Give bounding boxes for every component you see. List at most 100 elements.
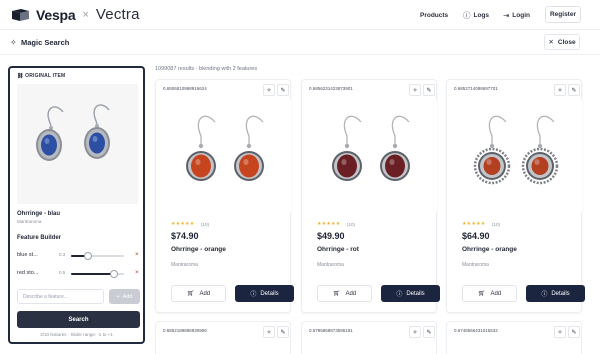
feature-slider[interactable] [71,270,124,278]
feature-slider-fill [71,273,115,275]
link-icon: ⛓ [17,73,26,79]
edit-icon[interactable]: ✎ [277,326,289,338]
product-score: 0.6506810998916624 [163,86,207,91]
product-score: 0.6852714088697701 [454,86,498,91]
rating-stars: ★★★★★ [317,221,341,227]
feature-slider-handle[interactable] [84,252,93,260]
cart-icon: 🛒︎ [186,291,195,297]
product-image[interactable] [303,100,437,212]
details-label: Details [260,290,279,297]
sparkle-icon[interactable]: ✧ [409,326,421,338]
product-image[interactable] [157,100,291,212]
product-name[interactable]: Ohrringe - orange [171,246,226,253]
original-item-image [17,84,138,204]
rating-stars: ★★★★★ [462,221,486,227]
product-card[interactable]: 0.6795868873596191 ✧ ✎ [301,321,437,354]
original-item-panel: ⛓ ORIGINAL ITEM Ohrringe - blau Mantraro… [8,66,145,344]
edit-icon[interactable]: ✎ [277,84,289,96]
edit-icon[interactable]: ✎ [423,84,435,96]
remove-feature-icon[interactable]: × [135,269,139,276]
rating-count: (10) [347,222,356,227]
remove-feature-icon[interactable]: × [135,251,139,258]
product-score: 0.6795868873596191 [309,328,353,333]
earring-pair-image [36,104,110,161]
rating-stars: ★★★★★ [171,221,195,227]
product-name[interactable]: Ohrringe - orange [462,246,517,253]
product-brand: Mantraroma [317,262,344,268]
product-image[interactable] [448,100,582,212]
product-card[interactable]: 0.6852189896930906 ✧ ✎ [155,321,291,354]
brand-separator: × [82,9,89,21]
register-label: Register [549,11,576,18]
info-circle-icon: ⓘ [250,292,257,298]
product-card[interactable]: 0.6852714088697701 ✧ ✎ ★★★★★ (10) $64.90… [446,79,585,313]
sparkle-icon[interactable]: ✧ [263,84,275,96]
product-name[interactable]: Ohrringe - rot [317,246,359,253]
feature-name: blue st... [17,252,38,258]
nav-logs-label: Logs [473,11,490,19]
info-circle-icon: ⓘ [463,10,471,20]
nav-products[interactable]: Products [420,7,448,23]
page-title: Magic Search [21,38,70,47]
register-button[interactable]: Register [545,6,581,23]
sparkle-icon[interactable]: ✧ [554,326,566,338]
nav-logs[interactable]: ⓘ Logs [463,7,489,23]
product-card[interactable]: 0.6745566431015532 ✧ ✎ [446,321,582,354]
product-price: $49.90 [317,231,345,241]
original-item-brand: Mantraroma [17,219,42,224]
magic-search-header: ✧ Magic Search [0,30,600,55]
sparkle-icon[interactable]: ✧ [409,84,421,96]
add-to-cart-label: Add [345,290,357,297]
feature-value: 0.3 [59,252,66,257]
edit-icon[interactable]: ✎ [568,84,580,96]
close-button[interactable]: ✕ Close [544,34,580,50]
add-to-cart-button[interactable]: 🛒︎ Add [462,285,517,302]
nav-products-label: Products [420,11,449,19]
sparkle-icon[interactable]: ✧ [554,84,566,96]
feature-row: red sto... 0.5 × [17,269,142,279]
info-circle-icon: ⓘ [396,292,403,298]
logo-mark-icon [12,9,29,21]
feature-description-input[interactable] [17,289,104,304]
product-score: 0.6856231423873901 [309,86,353,91]
search-button[interactable]: Search [17,311,140,328]
feature-slider-handle[interactable] [110,270,119,278]
add-feature-button[interactable]: + Add [109,289,140,304]
details-button[interactable]: ⓘ Details [526,285,585,302]
details-button[interactable]: ⓘ Details [235,285,294,302]
product-card[interactable]: 0.6856231423873901 ✧ ✎ ★★★★★ (10) $49.90… [301,79,440,313]
results-count: 1099087 results · blending with 2 featur… [155,66,258,72]
details-button[interactable]: ⓘ Details [381,285,440,302]
add-to-cart-label: Add [490,290,502,297]
nav-login-label: Login [512,11,530,19]
login-arrow-icon: ⇥ [503,10,510,20]
rating-count: (10) [201,222,210,227]
sparkle-icon[interactable]: ✧ [263,326,275,338]
brand-name: Vespa [36,7,76,23]
add-to-cart-label: Add [199,290,211,297]
feature-value: 0.5 [59,270,66,275]
close-label: Close [557,38,576,46]
brand-logo[interactable]: Vespa × Vectra [10,6,140,24]
nav-login[interactable]: ⇥ Login [503,7,530,23]
product-price: $64.90 [462,231,490,241]
feature-slider[interactable] [71,252,124,260]
product-brand: Mantraroma [171,262,198,268]
plus-icon: + [116,293,120,300]
feature-row: blue st... 0.3 × [17,251,142,261]
rating-count: (10) [492,222,501,227]
edit-icon[interactable]: ✎ [423,326,435,338]
details-label: Details [551,290,570,297]
original-item-label: ORIGINAL ITEM [25,73,66,79]
close-icon: ✕ [548,39,554,46]
edit-icon[interactable]: ✎ [568,326,580,338]
top-bar: Vespa × Vectra Products ⓘ Logs ⇥ Login R… [0,0,600,30]
product-brand: Mantraroma [462,262,489,268]
original-item-name: Ohrringe - blau [17,211,61,217]
add-to-cart-button[interactable]: 🛒︎ Add [171,285,226,302]
add-to-cart-button[interactable]: 🛒︎ Add [317,285,372,302]
stone [41,134,57,156]
mouse-pointer-icon: ☝ [86,317,92,327]
details-label: Details [406,290,425,297]
product-card[interactable]: 0.6506810998916624 ✧ ✎ ★★★★★ (10) $74.90… [155,79,294,313]
